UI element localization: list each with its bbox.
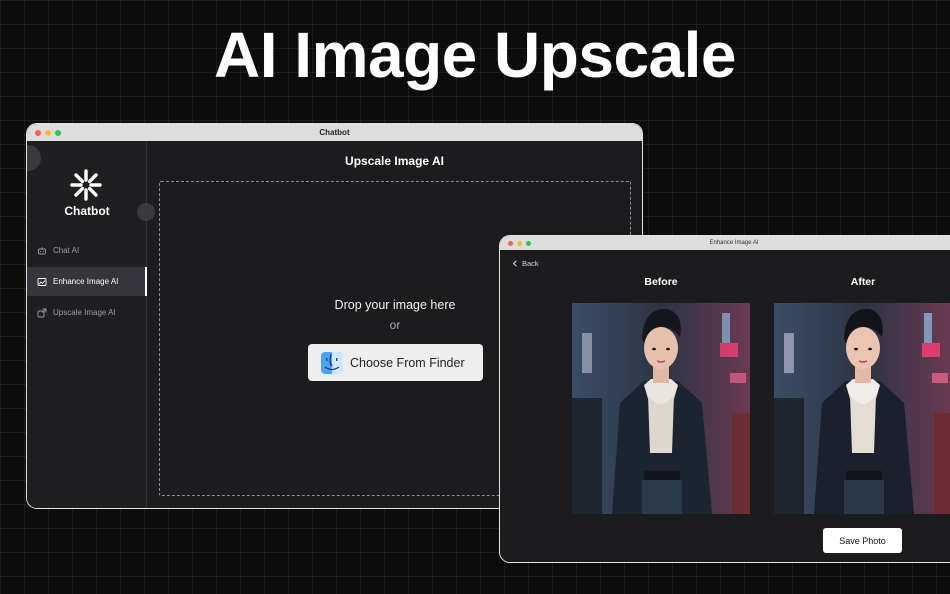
close-window-button[interactable]	[508, 240, 513, 246]
title-bar: Chatbot	[27, 124, 642, 141]
burst-logo-icon	[70, 169, 102, 201]
zoom-window-button[interactable]	[526, 240, 531, 246]
enhance-image-icon	[37, 277, 47, 286]
minimize-window-button[interactable]	[45, 129, 51, 136]
back-label: Back	[522, 259, 539, 268]
finder-icon	[321, 351, 343, 374]
enhance-image-window: Enhance Image AI Back Before After Save …	[499, 235, 950, 563]
sidebar-item-label: Chat AI	[53, 246, 80, 255]
after-photo	[774, 303, 950, 514]
sidebar-item-upscale-image-ai[interactable]: Upscale Image AI	[27, 298, 147, 327]
traffic-lights	[35, 124, 61, 141]
portrait-photo	[572, 303, 750, 514]
portrait-photo	[774, 303, 950, 514]
close-window-button[interactable]	[35, 129, 41, 136]
sidebar-item-enhance-image-ai[interactable]: Enhance Image AI	[27, 267, 147, 296]
decorative-circle	[27, 145, 41, 171]
chat-bot-icon	[38, 246, 46, 254]
upscale-image-icon	[37, 308, 47, 317]
window-title: Chatbot	[319, 128, 350, 137]
after-label: After	[850, 276, 876, 288]
sidebar-item-label: Enhance Image AI	[53, 277, 119, 286]
content-title: Upscale Image AI	[345, 154, 444, 168]
chevron-left-icon	[512, 260, 517, 267]
sidebar-item-label: Upscale Image AI	[53, 308, 116, 317]
before-label: Before	[644, 276, 678, 288]
choose-from-finder-button[interactable]: Choose From Finder	[308, 344, 483, 381]
zoom-window-button[interactable]	[55, 129, 61, 136]
headline: AI Image Upscale	[214, 19, 737, 91]
back-button[interactable]: Back	[512, 259, 539, 268]
title-bar: Enhance Image AI	[500, 236, 950, 250]
sidebar-item-chat-ai[interactable]: Chat AI	[27, 236, 147, 265]
before-photo	[572, 303, 750, 514]
traffic-lights	[508, 236, 531, 250]
save-photo-button[interactable]: Save Photo	[823, 528, 902, 553]
brand-name: Chatbot	[64, 204, 110, 218]
sidebar: Chatbot Chat AI Enhance Image AI Upscale…	[27, 141, 155, 508]
finder-button-label: Choose From Finder	[350, 355, 465, 370]
window-title: Enhance Image AI	[709, 240, 759, 246]
minimize-window-button[interactable]	[517, 240, 522, 246]
